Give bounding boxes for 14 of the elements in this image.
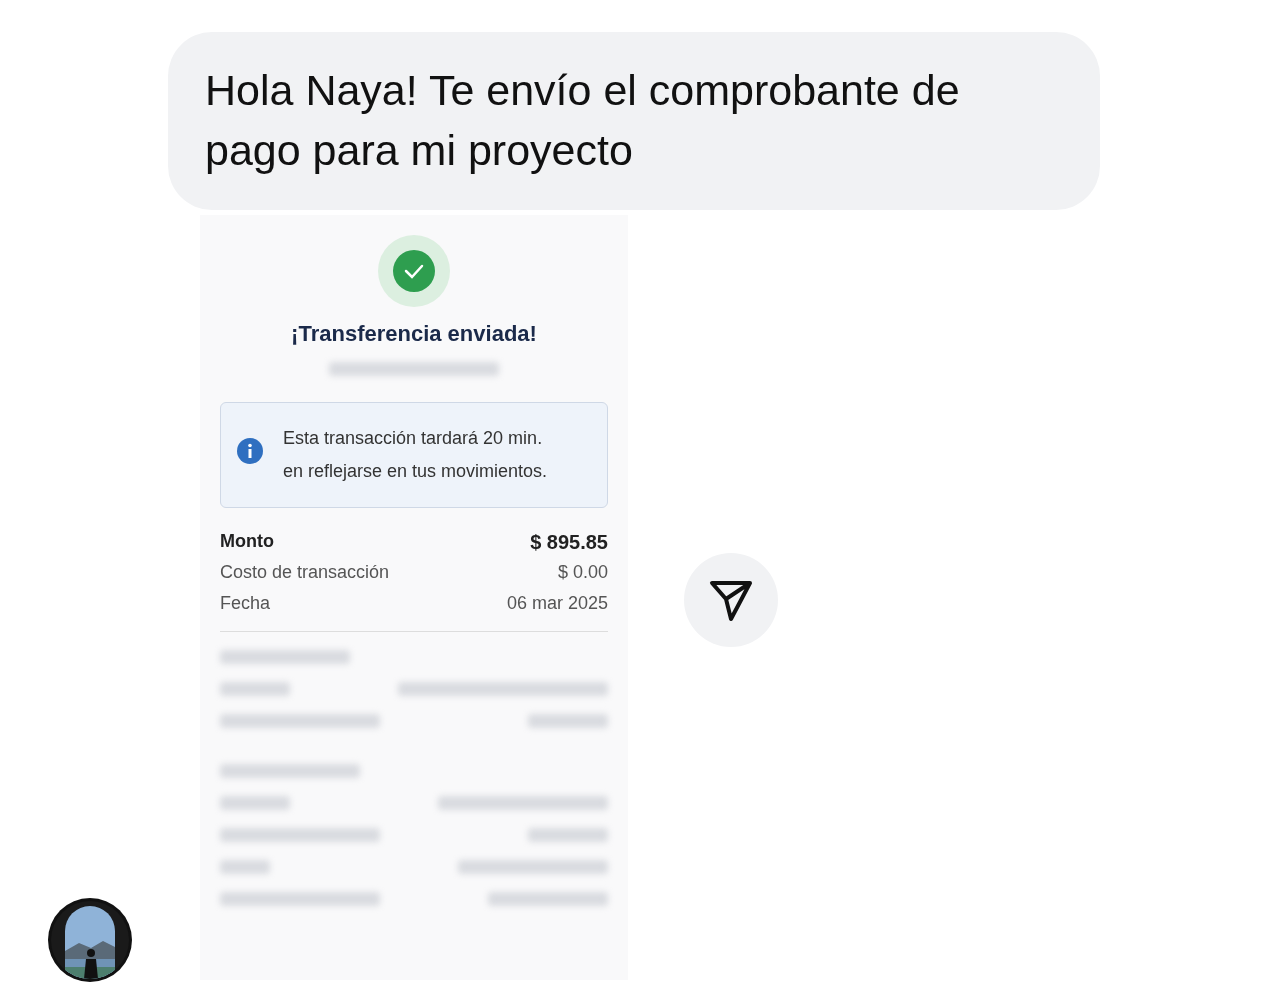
blurred-text bbox=[220, 796, 290, 810]
receipt-title: ¡Transferencia enviada! bbox=[291, 320, 537, 348]
row-label: Costo de transacción bbox=[220, 561, 390, 584]
check-icon bbox=[393, 250, 435, 292]
row-value: $ 0.00 bbox=[557, 561, 608, 584]
row-value: 06 mar 2025 bbox=[506, 592, 608, 615]
row-label: Monto bbox=[220, 530, 274, 553]
row-label: Fecha bbox=[220, 592, 271, 615]
message-text: Hola Naya! Te envío el comprobante de pago para mi proyecto bbox=[205, 65, 961, 176]
row-value: $ 895.85 bbox=[530, 529, 608, 555]
blurred-text bbox=[220, 682, 290, 696]
info-icon bbox=[237, 438, 263, 464]
blurred-text bbox=[220, 860, 270, 874]
info-text: Esta transacción tardará 20 min. en reflejarse en tus movimientos. bbox=[283, 427, 549, 483]
